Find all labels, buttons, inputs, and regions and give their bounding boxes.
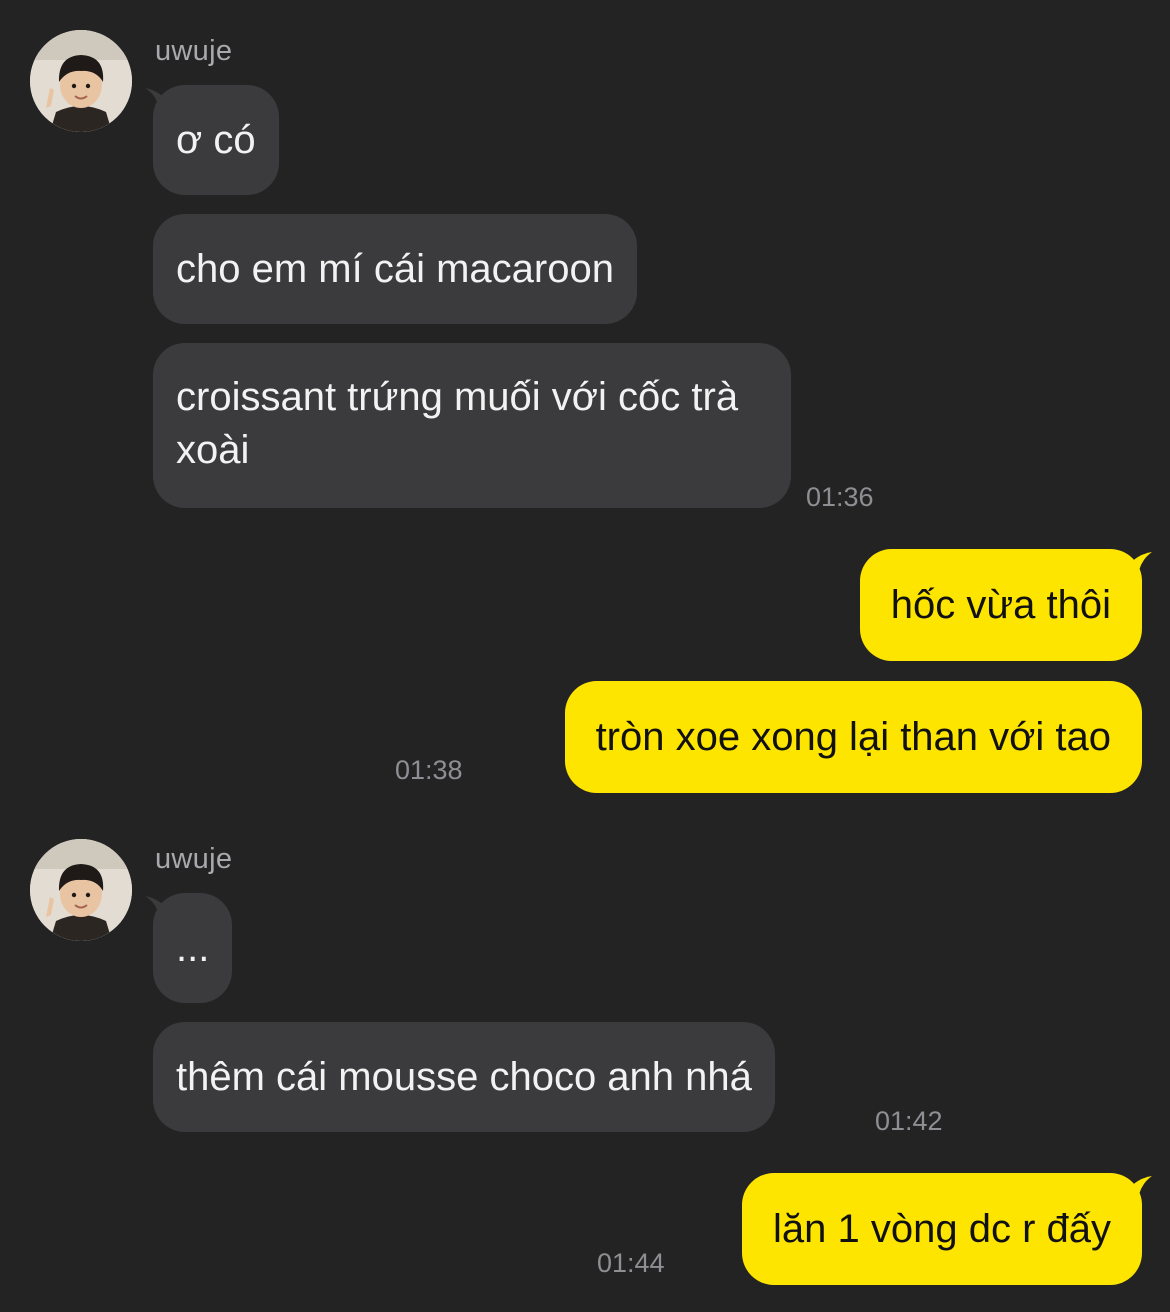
message-bubble[interactable]: lăn 1 vòng dc r đấy xyxy=(742,1173,1142,1285)
sender-name: uwuje xyxy=(155,843,233,875)
sender-name: uwuje xyxy=(155,35,233,67)
contact-avatar[interactable] xyxy=(30,30,132,132)
message-bubble[interactable]: thêm cái mousse choco anh nhá xyxy=(153,1022,775,1132)
message-bubble[interactable]: hốc vừa thôi xyxy=(859,549,1142,661)
message-timestamp: 01:44 xyxy=(597,1248,665,1278)
message-bubble[interactable]: croissant trứng muối với cốc trà xoài xyxy=(153,343,791,508)
contact-avatar[interactable] xyxy=(30,839,132,941)
message-bubble[interactable]: ơ có xyxy=(153,85,279,195)
message-timestamp: 01:42 xyxy=(875,1106,943,1136)
message-bubble[interactable]: cho em mí cái macaroon xyxy=(153,214,637,324)
avatar-photo-icon xyxy=(30,30,132,132)
avatar-photo-icon xyxy=(30,839,132,941)
message-timestamp: 01:36 xyxy=(806,482,874,512)
message-timestamp: 01:38 xyxy=(395,755,463,785)
message-bubble[interactable]: tròn xoe xong lại than với tao xyxy=(564,681,1142,793)
message-bubble[interactable]: ... xyxy=(153,893,233,1003)
